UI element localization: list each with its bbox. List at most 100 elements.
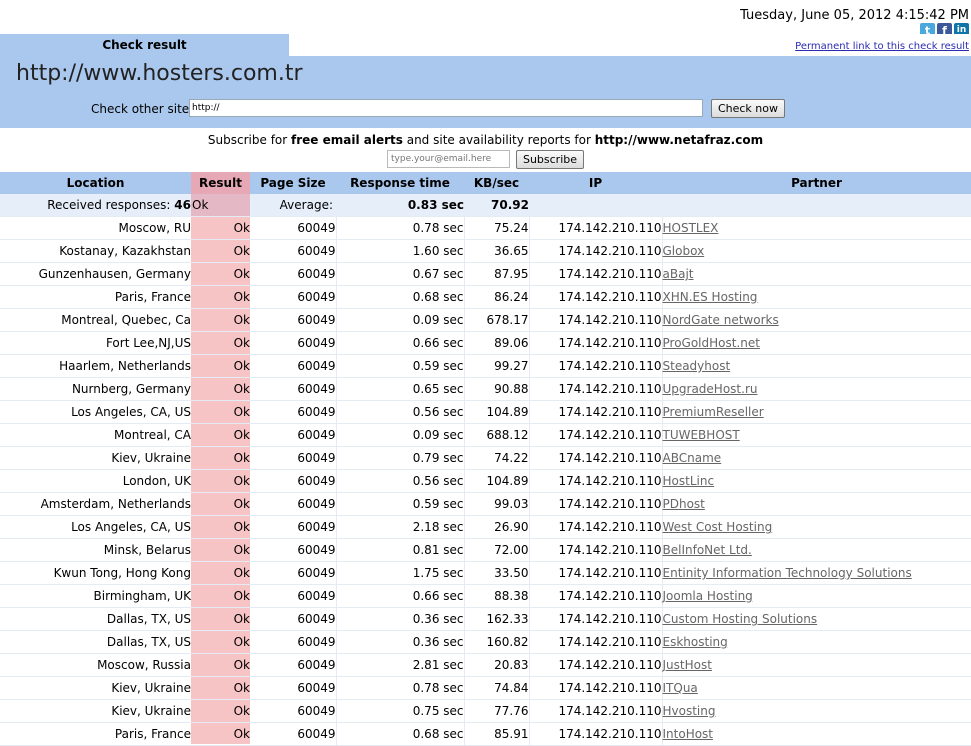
cell-ip: 174.142.210.110 [529,538,663,562]
partner-link[interactable]: NordGate networks [663,313,779,327]
partner-link[interactable]: ITQua [663,681,698,695]
cell-location: Los Angeles, CA, US [0,400,191,424]
partner-link[interactable]: HOSTLEX [663,221,719,235]
partner-link[interactable]: Steadyhost [663,359,731,373]
cell-result: Ok [191,584,250,608]
cell-ip: 174.142.210.110 [529,400,663,424]
subscribe-text: Subscribe for free email alerts and site… [207,133,764,147]
cell-page-size: 60049 [250,607,337,631]
cell-result: Ok [191,216,250,240]
cell-response-time: 0.81 sec [336,538,465,562]
table-row: Paris, France Ok 60049 0.68 sec 85.91 174.142… [0,722,971,746]
header-location: Location [0,172,191,194]
cell-kbsec: 160.82 [464,630,530,654]
cell-kbsec: 99.27 [464,354,530,378]
cell-location: Nurnberg, Germany [0,377,191,401]
partner-link[interactable]: Eskhosting [663,635,728,649]
cell-page-size: 60049 [250,308,337,332]
partner-link[interactable]: Hvosting [663,704,716,718]
partner-link[interactable]: JustHost [663,658,712,672]
partner-link[interactable]: IntoHost [663,727,714,741]
partner-link[interactable]: Entinity Information Technology Solution… [663,566,912,580]
tab-check-result[interactable]: Check result [0,34,289,57]
cell-kbsec: 99.03 [464,492,530,516]
partner-link[interactable]: HostLinc [663,474,715,488]
cell-location: Gunzenhausen, Germany [0,262,191,286]
email-input[interactable] [387,150,510,168]
table-row: Los Angeles, CA, US Ok 60049 2.18 sec 26.90 1… [0,515,971,539]
partner-link[interactable]: Globox [663,244,705,258]
cell-kbsec: 89.06 [464,331,530,355]
cell-ip: 174.142.210.110 [529,607,663,631]
check-now-button[interactable]: Check now [711,99,785,118]
table-row: Kiev, Ukraine Ok 60049 0.75 sec 77.76 174.142… [0,699,971,723]
cell-page-size: 60049 [250,285,337,309]
cell-location: Kiev, Ukraine [0,446,191,470]
cell-response-time: 0.68 sec [336,722,465,746]
cell-ip: 174.142.210.110 [529,676,663,700]
cell-kbsec: 104.89 [464,469,530,493]
cell-response-time: 1.60 sec [336,239,465,263]
partner-link[interactable]: Custom Hosting Solutions [663,612,818,626]
partner-link[interactable]: PDhost [663,497,705,511]
table-row: Montreal, Quebec, Ca Ok 60049 0.09 sec 678.1… [0,308,971,332]
partner-link[interactable]: PremiumReseller [663,405,764,419]
results-table: Location Result Page Size Response time … [0,172,971,746]
cell-response-time: 0.66 sec [336,584,465,608]
partner-link[interactable]: XHN.ES Hosting [663,290,758,304]
table-row: Paris, France Ok 60049 0.68 sec 86.24 174.142… [0,285,971,309]
cell-kbsec: 72.00 [464,538,530,562]
cell-result: Ok [191,630,250,654]
cell-ip: 174.142.210.110 [529,377,663,401]
cell-result: Ok [191,239,250,263]
partner-link[interactable]: TUWEBHOST [663,428,740,442]
permanent-link[interactable]: Permanent link to this check result [795,41,969,52]
table-row: Nurnberg, Germany Ok 60049 0.65 sec 90.88 174… [0,377,971,401]
cell-result: Ok [191,492,250,516]
cell-response-time: 0.67 sec [336,262,465,286]
cell-page-size: 60049 [250,331,337,355]
header-result: Result [191,172,250,194]
partner-link[interactable]: aBajt [663,267,694,281]
cell-page-size: 60049 [250,515,337,539]
cell-kbsec: 74.22 [464,446,530,470]
table-row: London, UK Ok 60049 0.56 sec 104.89 174.142.2… [0,469,971,493]
cell-location: Paris, France [0,722,191,746]
partner-link[interactable]: Joomla Hosting [663,589,753,603]
cell-location: Kwun Tong, Hong Kong [0,561,191,585]
table-row: Birmingham, UK Ok 60049 0.66 sec 88.38 174.14… [0,584,971,608]
cell-location: Dallas, TX, US [0,607,191,631]
cell-location: Haarlem, Netherlands [0,354,191,378]
header-ip: IP [529,172,662,194]
cell-location: Montreal, Quebec, Ca [0,308,191,332]
cell-ip: 174.142.210.110 [529,285,663,309]
check-site-input[interactable] [189,99,703,117]
table-row: Moscow, Russia Ok 60049 2.81 sec 20.83 174.14… [0,653,971,677]
cell-result: Ok [191,538,250,562]
cell-ip: 174.142.210.110 [529,653,663,677]
cell-ip: 174.142.210.110 [529,561,663,585]
cell-result: Ok [191,515,250,539]
top-bar: Tuesday, June 05, 2012 4:15:42 PM [0,0,971,34]
cell-response-time: 2.18 sec [336,515,465,539]
partner-link[interactable]: West Cost Hosting [663,520,773,534]
cell-result: Ok [191,607,250,631]
subscribe-button[interactable]: Subscribe [516,150,584,169]
cell-response-time: 0.75 sec [336,699,465,723]
cell-kbsec: 678.17 [464,308,530,332]
cell-response-time: 0.79 sec [336,446,465,470]
cell-response-time: 0.09 sec [336,308,465,332]
cell-location: Montreal, CA [0,423,191,447]
cell-kbsec: 20.83 [464,653,530,677]
cell-location: Minsk, Belarus [0,538,191,562]
cell-ip: 174.142.210.110 [529,469,663,493]
cell-result: Ok [191,699,250,723]
cell-kbsec: 85.91 [464,722,530,746]
partner-link[interactable]: ProGoldHost.net [663,336,760,350]
partner-link[interactable]: ABCname [663,451,722,465]
partner-link[interactable]: UpgradeHost.ru [663,382,758,396]
cell-location: Kostanay, Kazakhstan [0,239,191,263]
cell-response-time: 0.56 sec [336,469,465,493]
cell-response-time: 0.78 sec [336,676,465,700]
partner-link[interactable]: BelInfoNet Ltd. [663,543,752,557]
